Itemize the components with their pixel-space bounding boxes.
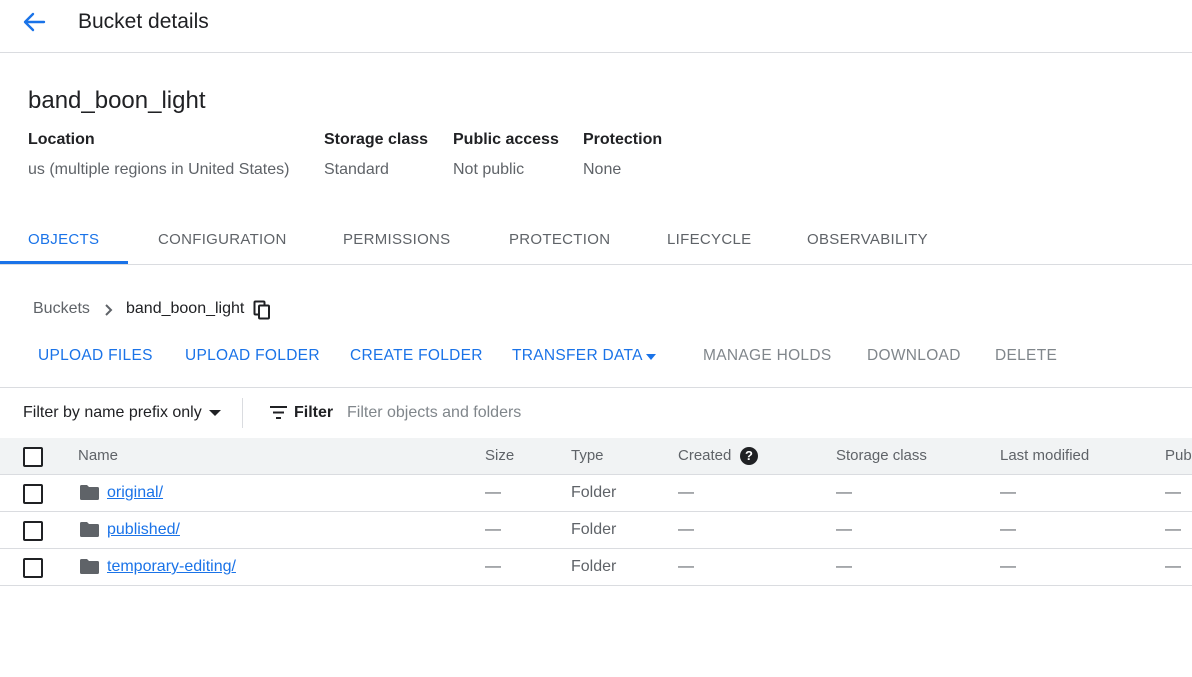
public-cell: — — [1165, 558, 1181, 575]
type-cell: Folder — [571, 484, 617, 501]
bucket-name: band_boon_light — [28, 87, 206, 114]
table-header: Name Size Type Created ? Storage class L… — [0, 438, 1192, 475]
public-cell: — — [1165, 484, 1181, 501]
folder-name-link[interactable]: original/ — [107, 484, 163, 502]
meta-storage-class-label: Storage class — [324, 131, 429, 148]
tab-protection[interactable]: PROTECTION — [509, 231, 610, 248]
page-header: Bucket details — [0, 0, 1192, 53]
type-cell: Folder — [571, 521, 617, 538]
row-checkbox[interactable] — [23, 521, 43, 541]
breadcrumb-current: band_boon_light — [126, 300, 245, 317]
column-header-name[interactable]: Name — [78, 447, 118, 464]
tab-permissions[interactable]: PERMISSIONS — [343, 231, 451, 248]
table-row: original/ — Folder — — — — — [0, 475, 1192, 512]
row-checkbox[interactable] — [23, 558, 43, 578]
folder-name-link[interactable]: temporary-editing/ — [107, 558, 236, 576]
column-header-last-modified[interactable]: Last modified — [1000, 447, 1089, 464]
filter-input[interactable] — [347, 400, 847, 426]
storage-class-cell: — — [836, 521, 852, 538]
upload-folder-button[interactable]: UPLOAD FOLDER — [185, 347, 320, 365]
tab-objects[interactable]: OBJECTS — [28, 231, 99, 248]
filter-divider — [242, 398, 243, 428]
storage-class-cell: — — [836, 558, 852, 575]
size-cell: — — [485, 521, 501, 538]
column-header-storage-class[interactable]: Storage class — [836, 447, 927, 464]
tab-bar: OBJECTS CONFIGURATION PERMISSIONS PROTEC… — [0, 218, 1192, 265]
folder-icon — [80, 559, 99, 574]
last-modified-cell: — — [1000, 484, 1016, 501]
type-cell: Folder — [571, 558, 617, 575]
filter-mode-select[interactable]: Filter by name prefix only — [23, 404, 202, 422]
created-cell: — — [678, 521, 694, 538]
meta-public-access-value: Not public — [453, 161, 525, 178]
breadcrumb-buckets-link[interactable]: Buckets — [33, 300, 90, 318]
chevron-right-icon — [105, 304, 113, 316]
meta-storage-class-value: Standard — [324, 161, 389, 178]
arrow-back-icon[interactable] — [20, 10, 48, 34]
tab-observability[interactable]: OBSERVABILITY — [807, 231, 928, 248]
storage-class-cell: — — [836, 484, 852, 501]
meta-storage-class: Storage class Standard — [324, 131, 428, 179]
last-modified-cell: — — [1000, 558, 1016, 575]
filter-list-icon — [270, 406, 287, 419]
meta-location: Location us (multiple regions in United … — [28, 131, 289, 179]
transfer-data-button[interactable]: TRANSFER DATA — [512, 347, 643, 365]
folder-icon — [80, 485, 99, 500]
active-tab-indicator — [0, 261, 128, 264]
tab-lifecycle[interactable]: LIFECYCLE — [667, 231, 751, 248]
help-icon[interactable]: ? — [740, 447, 758, 465]
table-row: published/ — Folder — — — — — [0, 512, 1192, 549]
folder-icon — [80, 522, 99, 537]
select-all-checkbox[interactable] — [23, 447, 43, 467]
caret-down-icon[interactable] — [209, 410, 221, 416]
meta-protection-label: Protection — [583, 131, 663, 148]
meta-public-access: Public access Not public — [453, 131, 559, 179]
tab-configuration[interactable]: CONFIGURATION — [158, 231, 287, 248]
row-checkbox[interactable] — [23, 484, 43, 504]
meta-location-label: Location — [28, 131, 95, 148]
created-cell: — — [678, 484, 694, 501]
created-cell: — — [678, 558, 694, 575]
upload-files-button[interactable]: UPLOAD FILES — [38, 347, 153, 365]
meta-public-access-label: Public access — [453, 131, 559, 148]
copy-icon[interactable] — [253, 300, 271, 320]
column-header-size[interactable]: Size — [485, 447, 514, 464]
column-header-public[interactable]: Pub — [1165, 447, 1192, 464]
last-modified-cell: — — [1000, 521, 1016, 538]
size-cell: — — [485, 558, 501, 575]
page-title: Bucket details — [78, 10, 209, 33]
meta-location-value: us (multiple regions in United States) — [28, 161, 290, 178]
download-button[interactable]: DOWNLOAD — [867, 347, 961, 365]
table-row: temporary-editing/ — Folder — — — — — [0, 549, 1192, 586]
caret-down-icon[interactable] — [646, 354, 656, 360]
column-header-created[interactable]: Created — [678, 447, 731, 464]
folder-name-link[interactable]: published/ — [107, 521, 180, 539]
create-folder-button[interactable]: CREATE FOLDER — [350, 347, 483, 365]
manage-holds-button[interactable]: MANAGE HOLDS — [703, 347, 832, 365]
filter-bar: Filter by name prefix only Filter — [0, 387, 1192, 439]
public-cell: — — [1165, 521, 1181, 538]
object-actions-toolbar: UPLOAD FILES UPLOAD FOLDER CREATE FOLDER… — [0, 347, 1192, 369]
meta-protection-value: None — [583, 161, 622, 178]
filter-label: Filter — [294, 404, 334, 421]
column-header-type[interactable]: Type — [571, 447, 604, 464]
meta-protection: Protection None — [583, 131, 662, 179]
delete-button[interactable]: DELETE — [995, 347, 1057, 365]
size-cell: — — [485, 484, 501, 501]
